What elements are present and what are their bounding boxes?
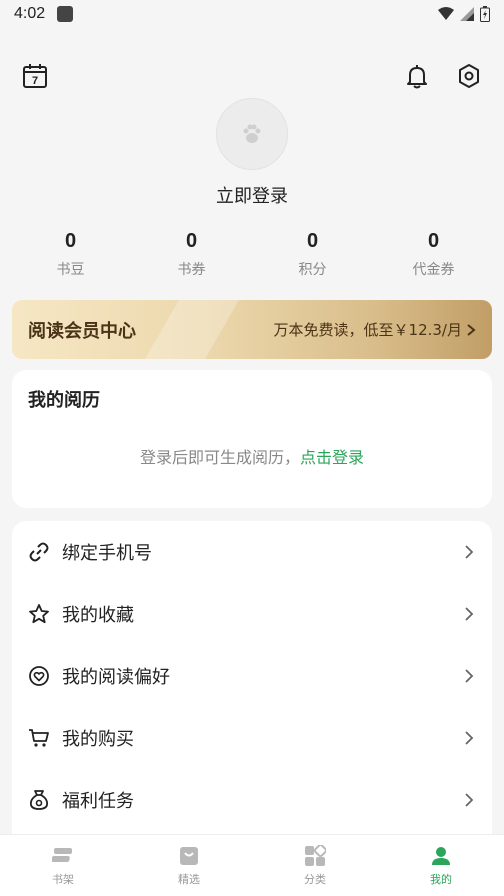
status-bar: 4:02 bbox=[0, 0, 504, 28]
stats-row: 0 书豆 0 书券 0 积分 0 代金券 bbox=[10, 230, 494, 279]
menu-item-purchases[interactable]: 我的购买 bbox=[12, 707, 492, 769]
status-indicators bbox=[438, 6, 490, 22]
avatar[interactable] bbox=[216, 98, 288, 170]
menu-item-favorites[interactable]: 我的收藏 bbox=[12, 583, 492, 645]
settings-icon[interactable] bbox=[455, 62, 483, 90]
shopping-bag-icon bbox=[178, 845, 200, 867]
chevron-right-icon bbox=[465, 607, 474, 621]
stat-value: 0 bbox=[427, 230, 440, 252]
history-title: 我的阅历 bbox=[28, 390, 100, 411]
bottom-tab-bar: 书架 精选 分类 我的 bbox=[0, 834, 504, 896]
stat-points[interactable]: 0 积分 bbox=[252, 230, 373, 279]
chevron-right-icon bbox=[465, 669, 474, 683]
vip-subtitle: 万本免费读，低至￥12.3/月 bbox=[273, 321, 462, 339]
stat-label: 代金券 bbox=[412, 262, 455, 278]
menu-label: 我的收藏 bbox=[62, 605, 134, 626]
menu-label: 我的购买 bbox=[62, 729, 134, 750]
history-login-link[interactable]: 点击登录 bbox=[300, 448, 364, 467]
tab-label: 书架 bbox=[52, 873, 74, 886]
user-icon bbox=[430, 845, 452, 867]
stat-book-beans[interactable]: 0 书豆 bbox=[10, 230, 131, 279]
chevron-right-icon bbox=[465, 545, 474, 559]
stat-book-coupons[interactable]: 0 书券 bbox=[131, 230, 252, 279]
tab-mine[interactable]: 我的 bbox=[378, 835, 504, 896]
star-icon bbox=[28, 603, 50, 625]
history-text: 登录后即可生成阅历， bbox=[139, 448, 300, 467]
stat-label: 书豆 bbox=[56, 262, 85, 278]
vip-subtitle-group: 万本免费读，低至￥12.3/月 bbox=[274, 319, 476, 340]
tab-featured[interactable]: 精选 bbox=[126, 835, 252, 896]
wifi-icon bbox=[438, 7, 454, 20]
tab-category[interactable]: 分类 bbox=[252, 835, 378, 896]
link-icon bbox=[28, 541, 50, 563]
gift-bag-icon bbox=[28, 789, 50, 811]
calendar-day: 7 bbox=[32, 75, 38, 87]
bell-icon[interactable] bbox=[403, 62, 431, 90]
chevron-right-icon bbox=[467, 323, 476, 336]
status-time: 4:02 bbox=[14, 5, 46, 22]
menu-item-reading-preference[interactable]: 我的阅读偏好 bbox=[12, 645, 492, 707]
stat-vouchers[interactable]: 0 代金券 bbox=[373, 230, 494, 279]
banner-decoration bbox=[144, 300, 240, 359]
chevron-right-icon bbox=[465, 793, 474, 807]
notification-icon bbox=[57, 6, 74, 22]
category-grid-icon bbox=[304, 845, 326, 867]
login-button[interactable]: 立即登录 bbox=[0, 182, 504, 208]
stat-value: 0 bbox=[64, 230, 77, 252]
heart-icon bbox=[28, 665, 50, 687]
history-message: 登录后即可生成阅历，点击登录 bbox=[12, 444, 492, 468]
paw-icon bbox=[243, 124, 261, 143]
cellular-signal-icon bbox=[460, 7, 474, 21]
cart-icon bbox=[28, 727, 50, 749]
tab-label: 精选 bbox=[178, 873, 200, 886]
bookshelf-icon bbox=[52, 845, 74, 867]
menu-label: 绑定手机号 bbox=[62, 543, 152, 564]
menu-item-welfare-tasks[interactable]: 福利任务 bbox=[12, 769, 492, 831]
stat-value: 0 bbox=[306, 230, 319, 252]
tab-bookshelf[interactable]: 书架 bbox=[0, 835, 126, 896]
stat-label: 积分 bbox=[298, 262, 327, 278]
battery-icon bbox=[480, 6, 490, 22]
menu-item-bind-phone[interactable]: 绑定手机号 bbox=[12, 521, 492, 583]
stat-label: 书券 bbox=[177, 262, 206, 278]
calendar-icon[interactable]: 7 bbox=[21, 62, 49, 90]
reading-history-card: 我的阅历 登录后即可生成阅历，点击登录 bbox=[12, 370, 492, 508]
menu-card: 绑定手机号 我的收藏 我的阅读偏好 我的购买 福利任务 bbox=[12, 521, 492, 851]
menu-label: 福利任务 bbox=[62, 791, 134, 812]
chevron-right-icon bbox=[465, 731, 474, 745]
vip-banner[interactable]: 阅读会员中心 万本免费读，低至￥12.3/月 bbox=[12, 300, 492, 359]
menu-label: 我的阅读偏好 bbox=[62, 667, 170, 688]
stat-value: 0 bbox=[185, 230, 198, 252]
tab-label: 分类 bbox=[304, 873, 326, 886]
vip-title: 阅读会员中心 bbox=[28, 320, 136, 342]
tab-label: 我的 bbox=[430, 873, 452, 886]
